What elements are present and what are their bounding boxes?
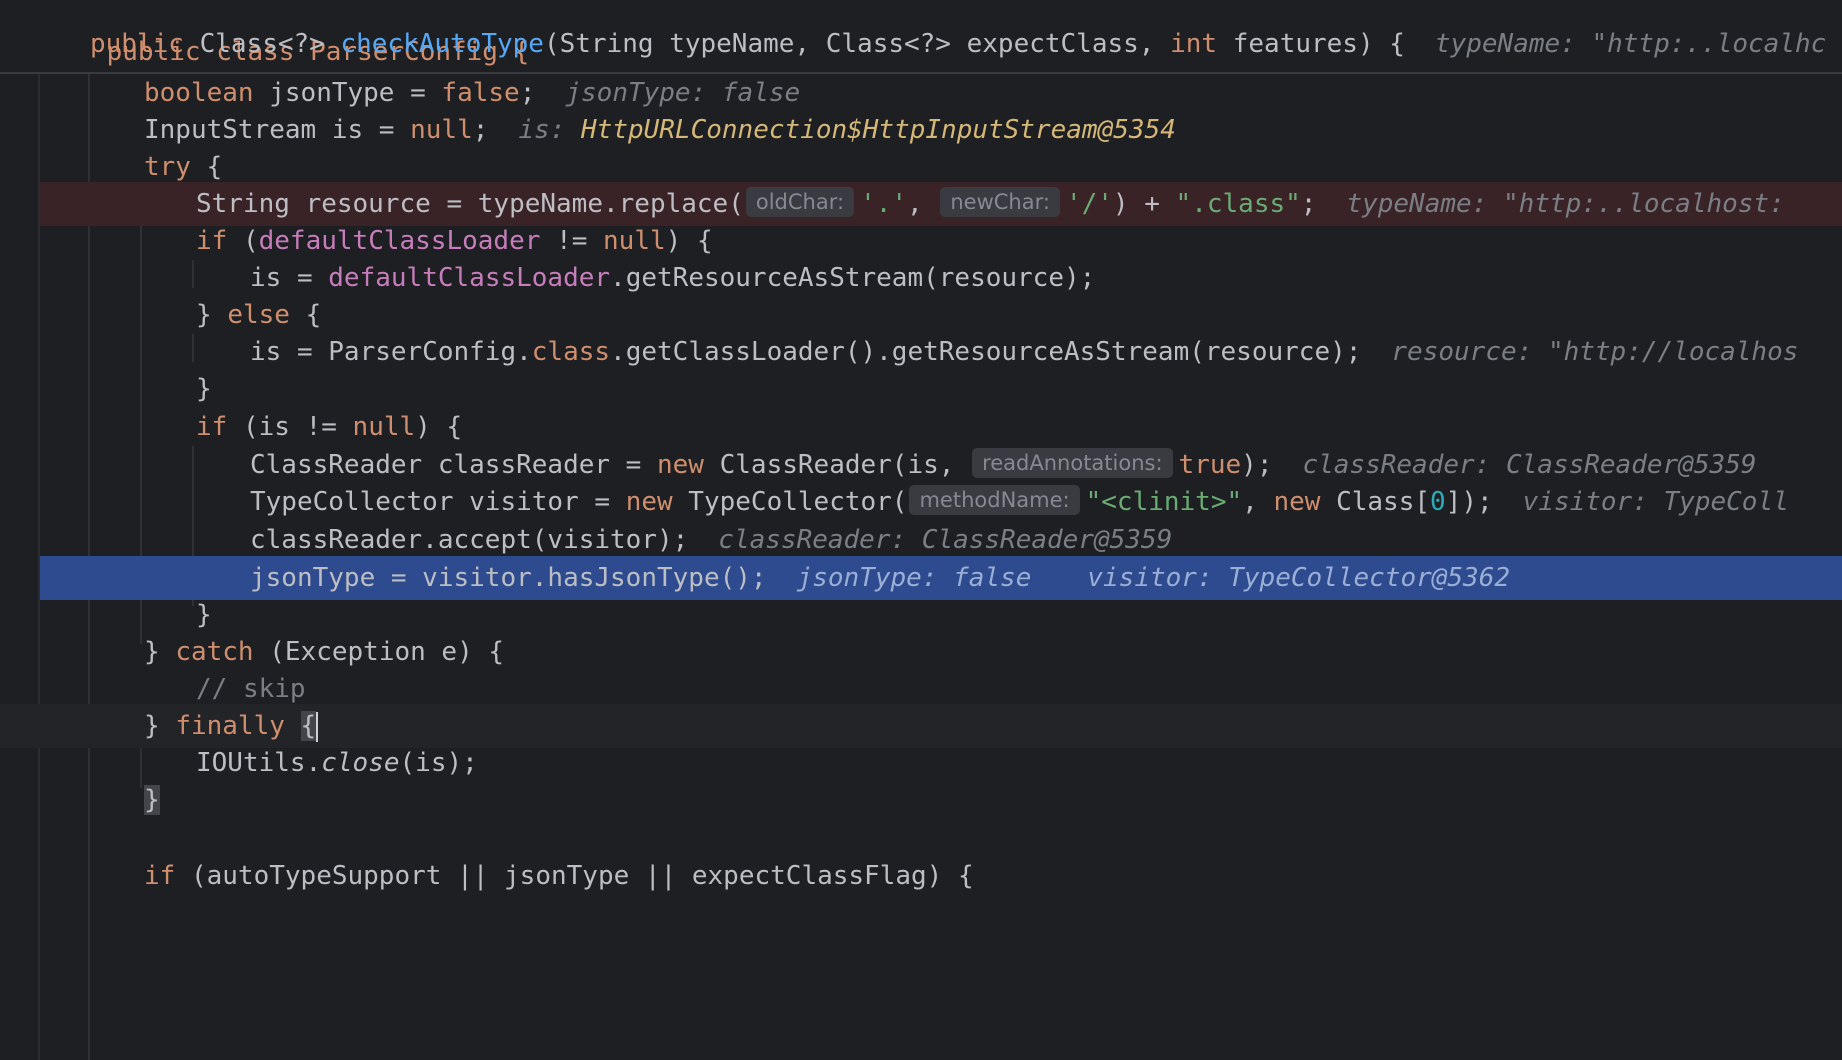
code-text: } — [144, 637, 176, 667]
code-text: is = — [250, 263, 329, 293]
kw-new: new — [625, 487, 673, 517]
code-text: Class[ — [1320, 487, 1431, 517]
code-text: ; — [472, 115, 489, 145]
matched-brace: { — [300, 711, 317, 741]
kw-new: new — [1273, 487, 1321, 517]
code-line[interactable]: if (autoTypeSupport || jsonType || expec… — [40, 854, 1842, 898]
code-text: { — [289, 300, 322, 330]
parameter-hint: newChar: — [940, 186, 1060, 217]
text-cursor — [316, 711, 319, 742]
kw-true: true — [1178, 450, 1242, 480]
code-text: ]); — [1445, 487, 1493, 517]
parameter-hint: methodName: — [909, 484, 1080, 515]
code-text: , — [907, 189, 939, 219]
inline-debug-hint: classReader: ClassReader@5359 — [1302, 450, 1757, 480]
code-text: is = ParserConfig. — [250, 337, 532, 367]
code-text: TypeCollector visitor = — [250, 487, 626, 517]
code-text: ) { — [415, 412, 463, 442]
code-text: .getClassLoader().getResourceAsStream(re… — [610, 337, 1362, 367]
inline-debug-hint: jsonType: false — [565, 78, 801, 108]
code-line[interactable]: } — [40, 778, 1842, 822]
string-literal: "<clinit>" — [1085, 487, 1243, 517]
inline-debug-hint: visitor: TypeCollector@5362 — [1087, 563, 1511, 593]
code-text: } — [196, 300, 228, 330]
code-text: ; — [1300, 189, 1317, 219]
code-text: ) { — [665, 226, 713, 256]
inline-debug-hint: typeName: "http:..localhost: — [1346, 189, 1785, 219]
inline-debug-hint: resource: "http://localhos — [1391, 337, 1799, 367]
inline-debug-hint-label: is: — [518, 115, 582, 145]
kw-finally: finally — [175, 711, 285, 741]
parameter-hint: readAnnotations: — [972, 447, 1173, 478]
matched-brace: } — [144, 785, 160, 815]
sticky-method-line[interactable]: public Class<?> checkAutoType(String typ… — [90, 22, 1826, 66]
field-ref: defaultClassLoader — [328, 263, 611, 293]
code-text: ; — [519, 78, 536, 108]
code-text: { — [190, 152, 223, 182]
string-literal: ".class" — [1175, 189, 1301, 219]
kw-null: null — [410, 115, 473, 145]
kw-catch: catch — [175, 637, 254, 667]
code-text: InputStream is = — [144, 115, 411, 145]
string-literal: '/' — [1065, 189, 1113, 219]
code-text: ClassReader classReader = — [250, 450, 657, 480]
kw-if: if — [196, 412, 228, 442]
params-post: features) { — [1217, 29, 1405, 59]
string-literal: '.' — [860, 189, 908, 219]
kw-int: int — [1170, 29, 1218, 59]
number-literal: 0 — [1430, 487, 1446, 517]
code-text: (is); — [399, 748, 478, 778]
kw-try: try — [144, 152, 191, 182]
code-text: String resource = typeName.replace( — [196, 189, 744, 219]
kw-else: else — [227, 300, 290, 330]
code-text: ClassReader(is, — [703, 450, 971, 480]
code-text: ); — [1241, 450, 1273, 480]
code-text: (Exception e) { — [253, 637, 505, 667]
inline-debug-hint: typeName: "http:..localhc — [1434, 29, 1827, 59]
kw-new: new — [657, 450, 704, 480]
code-text: (is != — [227, 412, 353, 442]
kw-public: public — [90, 29, 184, 59]
code-text: ( — [227, 226, 259, 256]
sticky-scroll-header[interactable]: public class ParserConfig { public Class… — [0, 0, 1842, 74]
code-text: .getResourceAsStream(resource); — [610, 263, 1096, 293]
comment: // skip — [196, 674, 306, 704]
kw-if: if — [144, 861, 176, 891]
code-text: jsonType = visitor.hasJsonType(); — [250, 563, 767, 593]
code-text: ) + — [1112, 189, 1176, 219]
inline-debug-hint: classReader: ClassReader@5359 — [718, 525, 1173, 555]
kw-null: null — [352, 412, 416, 442]
code-text: jsonType = — [253, 78, 442, 108]
code-editor[interactable]: boolean jsonType = false; jsonType: false… — [0, 74, 1842, 1060]
code-text: classReader.accept(visitor); — [250, 525, 689, 555]
code-text: TypeCollector( — [672, 487, 908, 517]
kw-class: class — [531, 337, 611, 367]
kw-false: false — [441, 78, 520, 108]
kw-null: null — [603, 226, 666, 256]
code-text: } — [196, 600, 212, 630]
code-text: != — [540, 226, 604, 256]
code-text: IOUtils. — [196, 748, 322, 778]
parameter-hint: oldChar: — [745, 186, 855, 217]
inline-debug-hint: visitor: TypeColl — [1522, 487, 1789, 517]
kw-boolean: boolean — [144, 78, 254, 108]
return-type: Class<?> — [199, 29, 325, 59]
code-text: } — [196, 374, 212, 404]
field-ref: defaultClassLoader — [258, 226, 541, 256]
code-text: (autoTypeSupport || jsonType || expectCl… — [175, 861, 974, 891]
code-text: } — [144, 711, 176, 741]
method-name: checkAutoType — [340, 29, 544, 59]
kw-if: if — [196, 226, 228, 256]
static-method-call: close — [321, 748, 400, 778]
inline-debug-hint: jsonType: false — [796, 563, 1032, 593]
params-pre: (String typeName, Class<?> expectClass, — [543, 29, 1171, 59]
code-text: , — [1242, 487, 1274, 517]
inline-debug-hint-value: HttpURLConnection$HttpInputStream@5354 — [581, 115, 1176, 145]
